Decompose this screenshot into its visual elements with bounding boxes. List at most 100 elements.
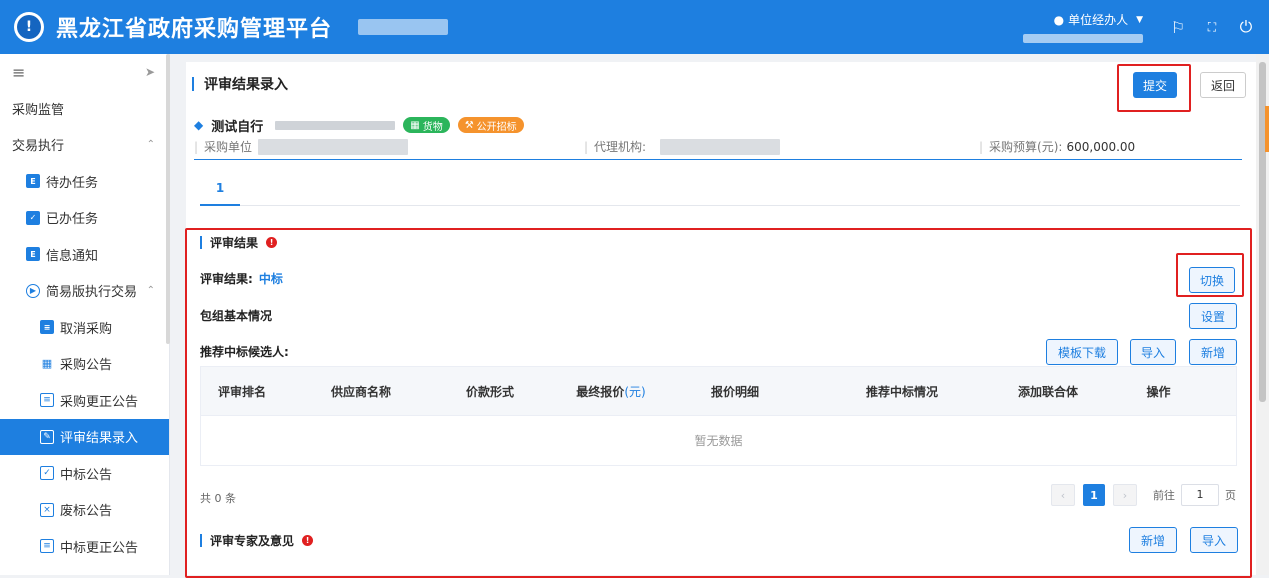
method-tag: ⚒ 公开招标 — [457, 117, 524, 133]
main-content: 评审结果录入 提交 返回 ◆ 测试自行 ▦ 货物 ⚒ 公开招标 | 采购单位 | 代理机… — [185, 62, 1256, 578]
check-doc-icon: ✓ — [40, 466, 54, 481]
budget-label: 采购预算(元): — [989, 140, 1063, 154]
sidebar-item-procurement-notice[interactable]: ▦ 采购公告 — [0, 346, 169, 383]
bell-icon[interactable]: ⚐ — [1169, 18, 1187, 37]
col-rank: 评审排名 — [217, 384, 266, 399]
sidebar-item-label: 采购更正公告 — [60, 394, 139, 410]
top-header: ! 黑龙江省政府采购管理平台 ● 单位经办人 ▼ ⚐ ⛶ ⏻ — [0, 0, 1269, 54]
sidebar-scrollbar[interactable] — [166, 54, 170, 344]
settings-button[interactable]: 设置 — [1189, 303, 1237, 329]
edit-icon: ✎ — [40, 429, 54, 444]
x-doc-icon: × — [40, 502, 54, 517]
alert-icon: ! — [266, 237, 278, 248]
pagination: ‹ 1 › 前往 1 页 — [1043, 484, 1236, 506]
tab-package-1[interactable]: 1 — [200, 176, 240, 206]
table-empty-state: 暂无数据 — [201, 415, 1236, 465]
sidebar-item-label: 中标公告 — [60, 467, 113, 483]
review-result-line: 评审结果: 中标 — [200, 270, 283, 287]
sidebar-item-label: 信息通知 — [46, 248, 99, 264]
page-scrollbar[interactable] — [1256, 54, 1269, 575]
col-operation: 操作 — [1146, 384, 1171, 399]
power-icon[interactable]: ⏻ — [1237, 17, 1255, 37]
col-price-form: 价款形式 — [465, 384, 514, 399]
done-icon: ✓ — [26, 210, 40, 225]
submit-button[interactable]: 提交 — [1133, 72, 1177, 98]
col-final-quote-unit: (元) — [624, 384, 646, 399]
sidebar-item-label: 交易执行 — [12, 139, 65, 155]
cart-icon: ▦ — [41, 357, 53, 371]
gavel-icon: ⚒ — [464, 119, 474, 131]
sidebar-item-transaction-execution[interactable]: 交易执行 ⌃ — [0, 127, 169, 164]
col-quote-detail: 报价明细 — [710, 384, 759, 399]
caret-down-icon: ▼ — [1136, 14, 1143, 25]
switch-button[interactable]: 切换 — [1189, 267, 1235, 293]
sidebar-item-label: 简易版执行交易 — [46, 285, 138, 301]
project-name: 测试自行 — [211, 119, 264, 135]
experts-section-title: 评审专家及意见 — [210, 534, 295, 548]
sidebar-item-award-correction[interactable]: ≡ 中标更正公告 — [0, 528, 169, 565]
play-circle-icon: ▶ — [26, 283, 40, 298]
back-button[interactable]: 返回 — [1200, 72, 1246, 98]
alert-icon: ! — [302, 535, 314, 546]
next-page-button[interactable]: › — [1113, 484, 1137, 506]
goto-page-input[interactable]: 1 — [1181, 484, 1219, 506]
sidebar-item-procurement-correction[interactable]: ≡ 采购更正公告 — [0, 382, 169, 419]
sidebar-item-label: 采购公告 — [60, 358, 113, 374]
redacted-user-name — [1023, 34, 1143, 43]
import-button[interactable]: 导入 — [1130, 339, 1176, 365]
package-tabs: 1 — [200, 176, 1240, 206]
todo-icon: E — [26, 174, 40, 189]
candidates-label: 推荐中标候选人: — [200, 345, 289, 359]
review-section-title: 评审结果 — [210, 236, 259, 250]
empty-text: 暂无数据 — [694, 434, 743, 448]
col-recommendation: 推荐中标情况 — [865, 384, 938, 399]
template-download-button[interactable]: 模板下载 — [1046, 339, 1118, 365]
review-result-label: 评审结果: — [200, 272, 253, 286]
import-expert-button[interactable]: 导入 — [1190, 527, 1238, 553]
candidates-table: 评审排名 供应商名称 价款形式 最终报价(元) 报价明细 推荐中标情况 添加联合… — [200, 366, 1237, 466]
sidebar-item-notifications[interactable]: E 信息通知 — [0, 236, 169, 273]
sidebar-item-failed-notice[interactable]: × 废标公告 — [0, 492, 169, 529]
total-count: 共 0 条 — [200, 492, 236, 505]
section-accent-bar — [200, 534, 202, 547]
sidebar-item-award-notice[interactable]: ✓ 中标公告 — [0, 455, 169, 492]
edit-doc-icon: ≡ — [40, 393, 54, 408]
fullscreen-icon[interactable]: ⛶ — [1203, 20, 1221, 35]
sidebar-item-todo-tasks[interactable]: E 待办任务 — [0, 163, 169, 200]
col-final-quote: 最终报价(元) — [541, 383, 681, 400]
sidebar-item-label: 取消采购 — [60, 321, 113, 337]
method-tag-label: 公开招标 — [476, 121, 517, 133]
col-add-consortium: 添加联合体 — [1017, 384, 1078, 399]
col-supplier: 供应商名称 — [330, 384, 391, 399]
package-info-label: 包组基本情况 — [200, 309, 273, 323]
chevron-up-icon: ⌃ — [146, 285, 155, 297]
goods-tag-label: 货物 — [422, 121, 443, 133]
add-expert-button[interactable]: 新增 — [1129, 527, 1177, 553]
correction-doc-icon: ≡ — [40, 539, 54, 554]
add-candidate-button[interactable]: 新增 — [1189, 339, 1237, 365]
user-icon: ● — [1053, 12, 1065, 27]
prev-page-button[interactable]: ‹ — [1051, 484, 1075, 506]
pin-icon[interactable]: ➤ — [145, 65, 155, 79]
redacted-text — [358, 19, 449, 35]
redacted-text — [275, 120, 396, 130]
review-section-header: 评审结果 ! — [200, 234, 278, 251]
sidebar-item-label: 已办任务 — [46, 212, 99, 228]
experts-section-header: 评审专家及意见 ! — [200, 532, 314, 549]
sidebar-item-simple-execution[interactable]: ▶ 简易版执行交易 ⌃ — [0, 273, 169, 310]
goto-label: 前往 — [1153, 489, 1175, 502]
page-unit: 页 — [1225, 489, 1236, 502]
sidebar-item-label: 废标公告 — [60, 504, 113, 520]
emblem-logo: ! — [14, 12, 44, 42]
user-menu[interactable]: ● 单位经办人 ▼ — [1023, 11, 1143, 43]
sidebar-item-procurement-supervision[interactable]: 采购监管 — [0, 90, 169, 127]
sidebar-item-review-result-entry[interactable]: ✎ 评审结果录入 — [0, 418, 169, 455]
sidebar: ≡ ➤ 采购监管 交易执行 ⌃ E 待办任务 ✓ 已办任务 E 信息通知 ▶ 简易版执行交… — [0, 54, 170, 575]
sidebar-item-cancel-procurement[interactable]: ≡ 取消采购 — [0, 309, 169, 346]
agency-label: 代理机构: — [594, 140, 647, 154]
menu-toggle-icon[interactable]: ≡ — [12, 63, 25, 82]
chevron-up-icon: ⌃ — [146, 139, 155, 151]
current-page[interactable]: 1 — [1083, 484, 1105, 506]
sidebar-item-done-tasks[interactable]: ✓ 已办任务 — [0, 200, 169, 237]
sidebar-item-label: 中标更正公告 — [60, 540, 139, 556]
